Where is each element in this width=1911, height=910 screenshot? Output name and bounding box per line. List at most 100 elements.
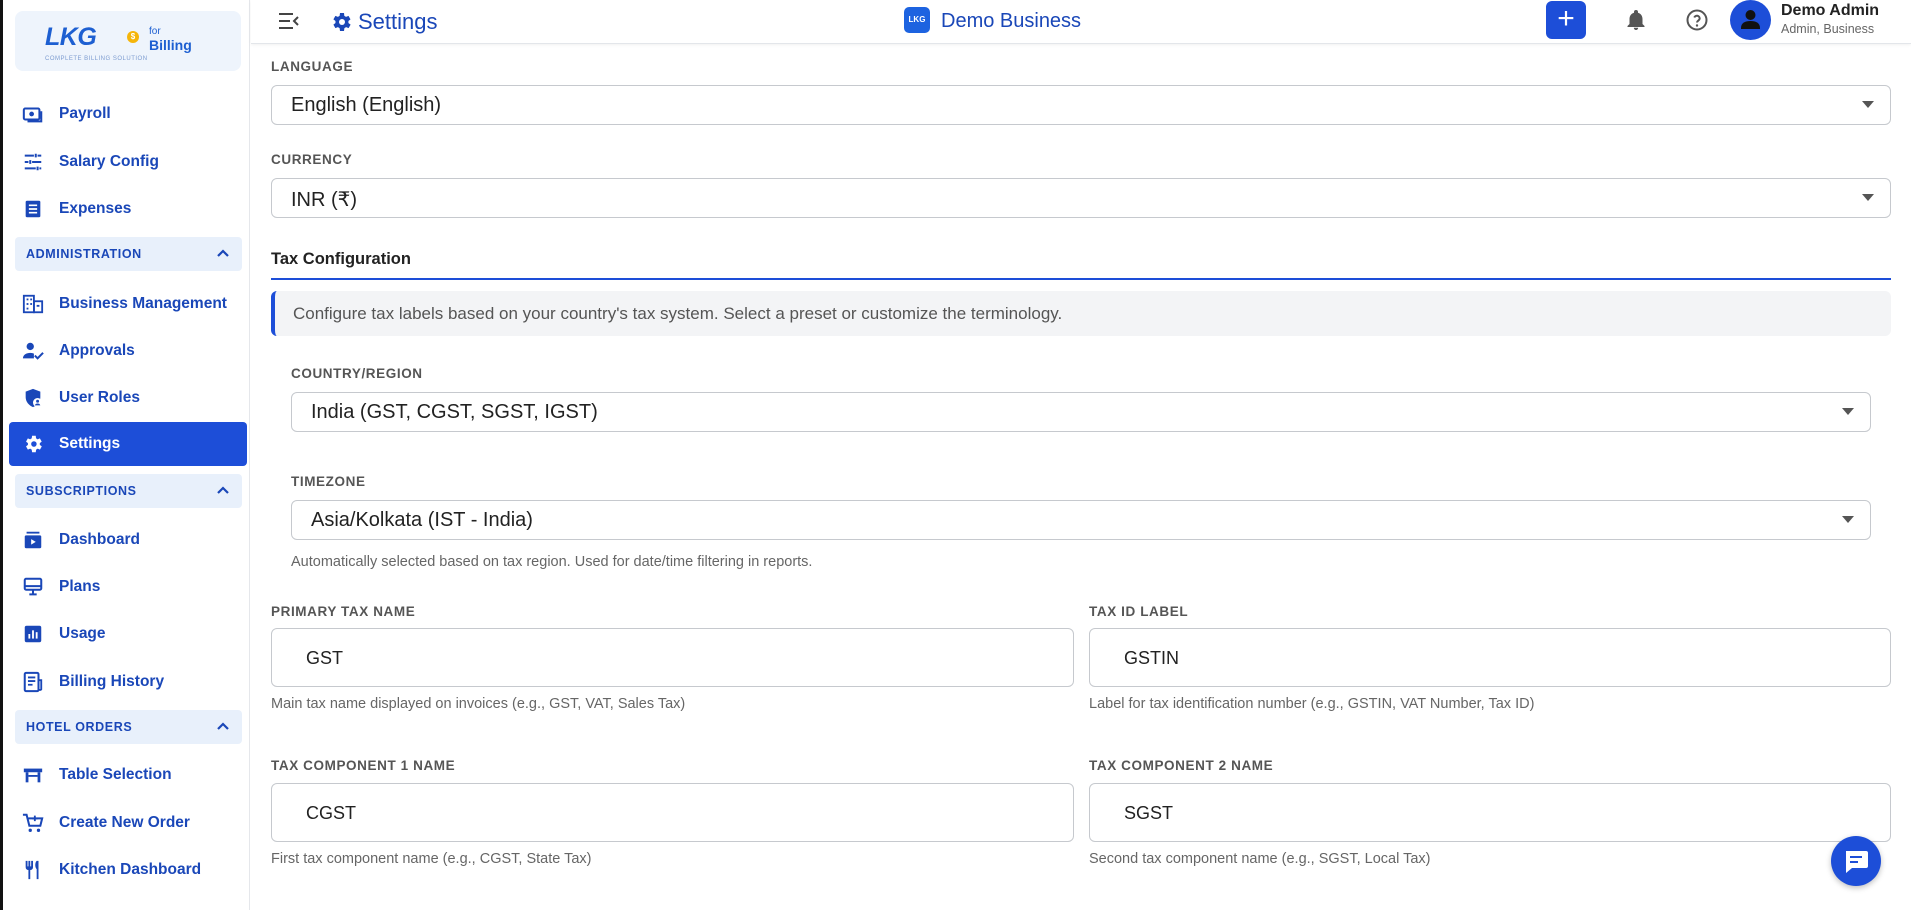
tax-configuration-heading: Tax Configuration — [271, 250, 411, 268]
caret-down-icon — [1842, 408, 1854, 415]
timezone-label: TIMEZONE — [291, 474, 366, 489]
tax-component-2-input[interactable]: SGST — [1089, 783, 1891, 842]
tax-component-1-label: TAX COMPONENT 1 NAME — [271, 758, 456, 773]
section-subscriptions[interactable]: SUBSCRIPTIONS — [15, 474, 242, 508]
user-role: Admin, Business — [1781, 22, 1875, 36]
sidebar-item-approvals[interactable]: Approvals — [9, 331, 247, 371]
tax-id-help: Label for tax identification number (e.g… — [1089, 696, 1535, 712]
chat-button[interactable] — [1831, 836, 1881, 886]
sidebar-item-user-roles[interactable]: User Roles — [9, 378, 247, 418]
chat-icon — [1831, 851, 1881, 890]
receipt-icon — [22, 198, 44, 220]
primary-tax-help: Main tax name displayed on invoices (e.g… — [271, 696, 686, 712]
sidebar-item-plans[interactable]: Plans — [9, 567, 247, 607]
logo-product: Billing — [149, 37, 192, 53]
sidebar-item-billing-history[interactable]: Billing History — [9, 662, 247, 702]
sidebar-item-usage[interactable]: Usage — [9, 614, 247, 654]
table-icon — [22, 764, 44, 786]
tax-id-value: GSTIN — [1124, 648, 1180, 668]
tax-component-1-input[interactable]: CGST — [271, 783, 1074, 842]
logo-brand: LKG — [45, 23, 97, 51]
sidebar-item-label: Business Management — [59, 295, 227, 312]
add-button[interactable]: + — [1546, 1, 1586, 39]
tax-component-2-value: SGST — [1124, 803, 1174, 823]
info-text: Configure tax labels based on your count… — [293, 304, 1063, 323]
restaurant-icon — [22, 859, 44, 881]
sidebar-item-label: Table Selection — [59, 766, 172, 783]
business-name[interactable]: Demo Business — [941, 10, 1081, 33]
info-alert: Configure tax labels based on your count… — [271, 291, 1891, 336]
sidebar-item-dashboard[interactable]: Dashboard — [9, 520, 247, 560]
currency-label: CURRENCY — [271, 152, 353, 167]
sidebar-item-label: Billing History — [59, 673, 165, 690]
language-select[interactable]: English (English) — [271, 85, 1891, 125]
page-title: Settings — [358, 9, 438, 34]
subscriptions-icon — [22, 529, 44, 551]
sidebar-item-label: Kitchen Dashboard — [59, 861, 202, 878]
caret-down-icon — [1862, 101, 1874, 108]
country-region-value: India (GST, CGST, SGST, IGST) — [311, 401, 598, 423]
sidebar-item-settings[interactable]: Settings — [9, 422, 247, 466]
sidebar-item-expenses[interactable]: Expenses — [9, 189, 247, 229]
building-icon — [22, 293, 44, 315]
sidebar-item-label: Usage — [59, 625, 106, 642]
tune-icon — [22, 151, 44, 173]
payroll-icon — [22, 103, 44, 125]
bar-chart-icon — [22, 623, 44, 645]
country-region-select[interactable]: India (GST, CGST, SGST, IGST) — [291, 392, 1871, 432]
sidebar-item-label: Settings — [59, 435, 121, 452]
timezone-select[interactable]: Asia/Kolkata (IST - India) — [291, 500, 1871, 540]
section-administration[interactable]: ADMINISTRATION — [15, 237, 242, 271]
help-icon[interactable] — [1685, 8, 1709, 32]
tax-id-input[interactable]: GSTIN — [1089, 628, 1891, 687]
caret-down-icon — [1842, 516, 1854, 523]
tax-component-2-label: TAX COMPONENT 2 NAME — [1089, 758, 1274, 773]
gear-icon — [329, 10, 353, 34]
bell-icon[interactable] — [1624, 8, 1648, 32]
section-title: SUBSCRIPTIONS — [26, 484, 137, 498]
cart-add-icon — [22, 812, 44, 834]
section-divider — [271, 278, 1891, 280]
caret-down-icon — [1862, 194, 1874, 201]
primary-tax-label: PRIMARY TAX NAME — [271, 604, 416, 619]
section-hotel-orders[interactable]: HOTEL ORDERS — [15, 710, 242, 744]
currency-select[interactable]: INR (₹) — [271, 178, 1891, 218]
receipt-long-icon — [22, 671, 44, 693]
timezone-value: Asia/Kolkata (IST - India) — [311, 509, 533, 531]
sidebar-item-label: Salary Config — [59, 153, 159, 170]
sidebar-item-label: Expenses — [59, 200, 132, 217]
primary-tax-input[interactable]: GST — [271, 628, 1074, 687]
sidebar-item-kitchen-dashboard[interactable]: Kitchen Dashboard — [9, 850, 247, 890]
sidebar-item-business-management[interactable]: Business Management — [9, 284, 247, 324]
sidebar-item-salary-config[interactable]: Salary Config — [9, 142, 247, 182]
language-label: LANGUAGE — [271, 59, 354, 74]
person-check-icon — [22, 340, 44, 362]
primary-tax-value: GST — [306, 648, 344, 668]
business-logo-icon: LKG — [904, 7, 930, 33]
avatar[interactable] — [1730, 0, 1771, 40]
sidebar-item-label: User Roles — [59, 389, 140, 406]
logo-for: for — [149, 26, 161, 37]
sidebar-item-label: Payroll — [59, 105, 111, 122]
menu-collapse-icon[interactable] — [276, 8, 302, 34]
country-region-label: COUNTRY/REGION — [291, 366, 423, 381]
shield-user-icon — [22, 387, 44, 409]
logo[interactable]: LKG $ for Billing COMPLETE BILLING SOLUT… — [15, 11, 241, 71]
logo-tagline: COMPLETE BILLING SOLUTION — [45, 56, 148, 62]
sidebar-item-label: Plans — [59, 578, 101, 595]
language-value: English (English) — [291, 94, 442, 116]
sidebar-item-payroll[interactable]: Payroll — [9, 94, 247, 134]
sidebar-item-table-selection[interactable]: Table Selection — [9, 755, 247, 795]
tax-component-1-value: CGST — [306, 803, 357, 823]
sidebar: LKG $ for Billing COMPLETE BILLING SOLUT… — [0, 0, 250, 910]
sidebar-item-label: Create New Order — [59, 814, 190, 831]
top-bar: Settings LKG Demo Business + Demo Admin … — [251, 0, 1911, 44]
chevron-up-icon — [216, 718, 230, 736]
tax-component-1-help: First tax component name (e.g., CGST, St… — [271, 851, 592, 867]
section-title: HOTEL ORDERS — [26, 720, 133, 734]
timezone-help: Automatically selected based on tax regi… — [291, 554, 813, 570]
user-name[interactable]: Demo Admin — [1781, 2, 1879, 20]
section-title: ADMINISTRATION — [26, 247, 142, 261]
sidebar-item-label: Approvals — [59, 342, 135, 359]
sidebar-item-create-new-order[interactable]: Create New Order — [9, 803, 247, 843]
